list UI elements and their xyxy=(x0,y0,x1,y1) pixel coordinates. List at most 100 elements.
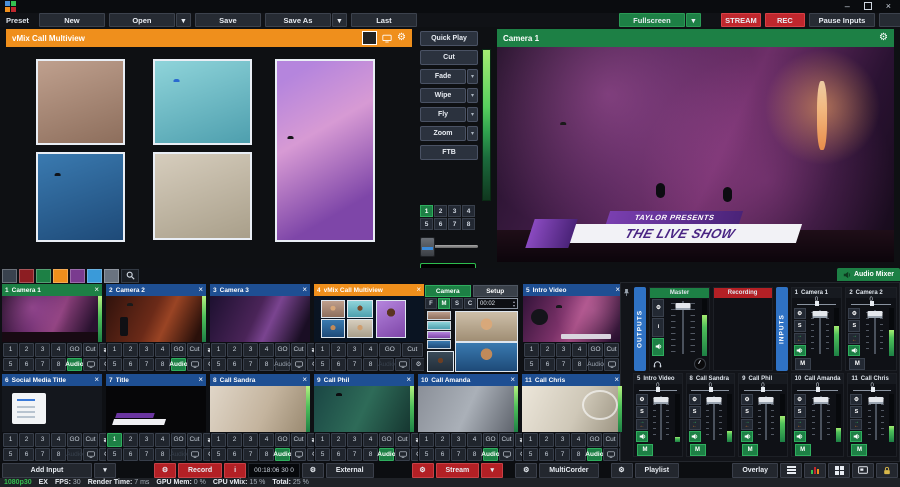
volume-fader[interactable] xyxy=(864,394,887,442)
overlay-3-button[interactable]: 3 xyxy=(139,343,154,357)
go-button[interactable]: GO xyxy=(379,433,394,447)
stream-settings-gear-icon[interactable]: ⚙ xyxy=(412,463,434,478)
go-button[interactable]: GO xyxy=(379,343,401,357)
bus-routing-icon[interactable]: →← xyxy=(794,419,806,430)
go-button[interactable]: GO xyxy=(275,343,290,357)
solo-button[interactable]: S xyxy=(636,406,648,417)
overlay-3-button[interactable]: 3 xyxy=(243,433,258,447)
overlay-6-button[interactable]: 6 xyxy=(227,358,242,372)
overlay-6-button[interactable]: 6 xyxy=(227,448,242,462)
bus-routing-icon[interactable]: →← xyxy=(848,333,860,344)
input-header-7[interactable]: 7Title× xyxy=(106,374,206,386)
cut-button[interactable]: Cut xyxy=(603,433,618,447)
save-button[interactable]: Save xyxy=(195,13,261,27)
save-as-dropdown-icon[interactable]: ▾ xyxy=(332,13,347,27)
close-icon[interactable]: × xyxy=(94,376,99,384)
lock-icon[interactable] xyxy=(876,463,898,478)
cut-button[interactable]: Cut xyxy=(604,343,619,357)
fader-handle[interactable] xyxy=(812,311,827,318)
overlay-4-button[interactable]: 4 xyxy=(51,433,66,447)
fader-handle[interactable] xyxy=(675,303,690,310)
volume-fader[interactable] xyxy=(808,394,835,442)
fullscreen-input-icon[interactable] xyxy=(187,358,202,372)
volume-fader[interactable] xyxy=(703,394,726,442)
channel-settings-gear-icon[interactable]: ⚙ xyxy=(794,394,806,405)
audio-toggle-button[interactable]: Audio xyxy=(588,358,603,372)
audio-toggle-button[interactable]: Audio xyxy=(587,448,602,462)
audio-toggle-button[interactable]: Audio xyxy=(275,448,290,462)
overlay-7-button[interactable]: 7 xyxy=(139,448,154,462)
gain-slider[interactable]: 0 xyxy=(634,384,682,393)
overlay-channel-1[interactable]: 1 xyxy=(420,205,433,217)
overlay-5-button[interactable]: 5 xyxy=(3,358,18,372)
solo-button[interactable]: S xyxy=(848,320,860,331)
overlay-1-button[interactable]: 1 xyxy=(107,433,122,447)
audio-toggle-button[interactable]: Audio xyxy=(171,448,186,462)
cut-button[interactable]: Cut xyxy=(291,433,306,447)
channel-settings-gear-icon[interactable]: ⚙ xyxy=(850,394,862,405)
fullscreen-input-icon[interactable] xyxy=(291,448,306,462)
input-thumbnail-5[interactable] xyxy=(523,296,623,342)
external-settings-gear-icon[interactable]: ⚙ xyxy=(302,463,324,478)
audio-toggle-button[interactable]: Audio xyxy=(275,358,290,372)
playlist-button[interactable]: Playlist xyxy=(635,463,680,478)
overlay-1-button[interactable]: 1 xyxy=(315,433,330,447)
bus-routing-icon[interactable]: →← xyxy=(636,419,648,430)
overlay-channel-6[interactable]: 6 xyxy=(434,218,447,230)
cut-button[interactable]: Cut xyxy=(395,433,410,447)
volume-fader[interactable] xyxy=(755,394,778,442)
overlay-6-button[interactable]: 6 xyxy=(539,448,554,462)
close-icon[interactable]: × xyxy=(94,286,99,294)
fullscreen-input-icon[interactable] xyxy=(83,358,98,372)
overlay-5-button[interactable]: 5 xyxy=(523,448,538,462)
overlay-6-button[interactable]: 6 xyxy=(19,358,34,372)
overlay-2-button[interactable]: 2 xyxy=(19,343,34,357)
input-thumbnail-2[interactable] xyxy=(106,296,206,342)
colorbars-icon[interactable] xyxy=(362,31,377,45)
call-setup-button[interactable]: Setup xyxy=(473,285,519,297)
overlay-channel-4[interactable]: 4 xyxy=(462,205,475,217)
fader-handle[interactable] xyxy=(654,397,669,404)
overlay-8-button[interactable]: 8 xyxy=(51,448,66,462)
overlay-7-button[interactable]: 7 xyxy=(347,358,362,372)
call-mode-c-button[interactable]: C xyxy=(464,298,476,309)
mute-button[interactable]: M xyxy=(637,444,653,456)
input-header-10[interactable]: 10Call Amanda× xyxy=(418,374,518,386)
close-icon[interactable]: × xyxy=(198,286,203,294)
go-button[interactable]: GO xyxy=(587,433,602,447)
list-view-icon[interactable] xyxy=(780,463,802,478)
input-header-1[interactable]: 1Camera 1× xyxy=(2,284,102,296)
overlay-1-button[interactable]: 1 xyxy=(524,343,539,357)
fullscreen-input-icon[interactable] xyxy=(187,448,202,462)
overlay-4-button[interactable]: 4 xyxy=(155,433,170,447)
overlay-7-button[interactable]: 7 xyxy=(555,448,570,462)
gain-slider[interactable]: 0 xyxy=(792,298,842,307)
t-bar-slider[interactable] xyxy=(420,237,478,255)
overlay-8-button[interactable]: 8 xyxy=(363,358,378,372)
overlay-2-button[interactable]: 2 xyxy=(331,433,346,447)
multicorder-button[interactable]: MultiCorder xyxy=(539,463,598,478)
input-thumbnail-10[interactable] xyxy=(418,386,518,432)
fullscreen-input-icon[interactable] xyxy=(291,358,306,372)
chevron-down-icon[interactable]: ▾ xyxy=(467,107,478,122)
mute-button[interactable]: M xyxy=(851,444,867,456)
overlay-5-button[interactable]: 5 xyxy=(419,448,434,462)
overlay-3-button[interactable]: 3 xyxy=(556,343,571,357)
input-thumbnail-1[interactable] xyxy=(2,296,102,342)
bus-routing-icon[interactable]: →← xyxy=(794,333,806,344)
overlay-2-button[interactable]: 2 xyxy=(123,433,138,447)
volume-fader[interactable] xyxy=(862,308,887,356)
close-icon[interactable]: × xyxy=(406,376,411,384)
master-info-button[interactable]: i xyxy=(652,318,664,336)
fader-handle[interactable] xyxy=(868,397,883,404)
external-button[interactable]: External xyxy=(326,463,374,478)
headphone-volume-knob[interactable] xyxy=(694,358,706,370)
overlay-2-button[interactable]: 2 xyxy=(19,433,34,447)
overlay-8-button[interactable]: 8 xyxy=(363,448,378,462)
overlay-5-button[interactable]: 5 xyxy=(3,448,18,462)
overlay-channel-8[interactable]: 8 xyxy=(462,218,475,230)
fullscreen-input-icon[interactable] xyxy=(499,448,514,462)
channel-settings-gear-icon[interactable]: ⚙ xyxy=(848,308,860,319)
mute-button[interactable]: M xyxy=(690,444,706,456)
close-icon[interactable]: × xyxy=(198,376,203,384)
